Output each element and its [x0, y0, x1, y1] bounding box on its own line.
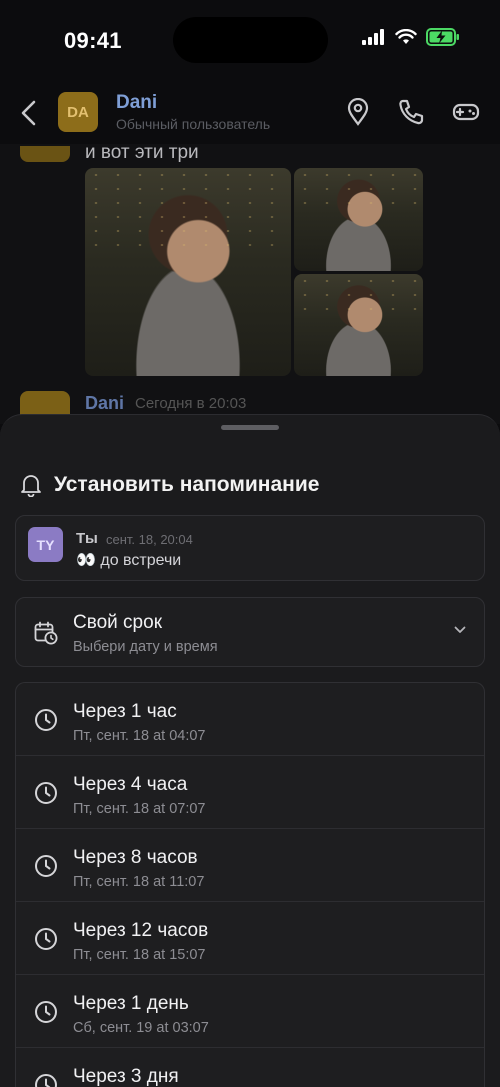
preset-options-list: Через 1 час Пт, сент. 18 at 04:07 Через … — [15, 682, 485, 1087]
bell-icon — [21, 475, 41, 497]
custom-time-title: Свой срок — [73, 612, 163, 633]
sheet-grabber[interactable] — [221, 425, 279, 430]
quoted-text: 👀 до встречи — [76, 552, 182, 569]
chat-message-text: и вот эти три — [85, 142, 199, 163]
quoted-avatar: TY — [28, 527, 63, 562]
header-actions — [346, 98, 480, 126]
custom-time-subtitle: Выбери дату и время — [73, 639, 218, 655]
contact-name[interactable]: Dani — [116, 92, 157, 114]
gamepad-icon[interactable] — [452, 98, 480, 126]
contact-status: Обычный пользователь — [116, 116, 271, 132]
next-sender-name: Dani — [85, 393, 125, 413]
sheet-header: Установить напоминание — [20, 473, 319, 497]
reminder-option[interactable]: Через 8 часов Пт, сент. 18 at 11:07 — [16, 829, 484, 902]
quoted-time: сент. 18, 20:04 — [106, 532, 193, 547]
clock-icon — [35, 855, 57, 877]
next-message-time: Сегодня в 20:03 — [135, 395, 247, 412]
reminder-option[interactable]: Через 4 часа Пт, сент. 18 at 07:07 — [16, 756, 484, 829]
chevron-down-icon — [454, 626, 466, 633]
reminder-option[interactable]: Через 1 день Сб, сент. 19 at 03:07 — [16, 975, 484, 1048]
option-subtitle: Пт, сент. 18 at 07:07 — [73, 801, 206, 817]
photo-attachment[interactable] — [294, 274, 423, 376]
wifi-icon — [395, 29, 417, 44]
photo-attachment[interactable] — [294, 168, 423, 271]
option-subtitle: Пт, сент. 18 at 11:07 — [73, 874, 205, 890]
quoted-message: TY Ты сент. 18, 20:04 👀 до встречи — [15, 515, 485, 581]
option-title: Через 1 день — [73, 993, 189, 1014]
option-subtitle: Сб, сент. 19 at 03:07 — [73, 1020, 209, 1036]
signal-icon — [362, 29, 384, 45]
clock-icon — [35, 782, 57, 804]
reminder-sheet: Установить напоминание TY Ты сент. 18, 2… — [0, 414, 500, 1087]
clock-icon — [35, 928, 57, 950]
option-title: Через 12 часов — [73, 920, 209, 941]
status-bar: 09:41 — [0, 0, 500, 84]
previous-sender-avatar — [20, 146, 70, 162]
photo-grid — [85, 168, 423, 376]
battery-charging-icon — [426, 28, 459, 46]
sheet-title: Установить напоминание — [54, 473, 320, 496]
reminder-option[interactable]: Через 3 дня — [16, 1048, 484, 1087]
back-chevron-icon[interactable] — [18, 100, 40, 126]
clock-icon — [35, 1001, 57, 1023]
option-subtitle: Пт, сент. 18 at 04:07 — [73, 728, 206, 744]
option-title: Через 1 час — [73, 701, 177, 722]
chat-header: DA Dani Обычный пользователь — [0, 84, 500, 144]
status-icons — [362, 28, 460, 46]
status-time: 09:41 — [64, 28, 122, 53]
contact-avatar[interactable]: DA — [58, 92, 98, 132]
phone-call-icon[interactable] — [398, 98, 424, 126]
dynamic-island — [173, 17, 328, 63]
reminder-option[interactable]: Через 12 часов Пт, сент. 18 at 15:07 — [16, 902, 484, 975]
calendar-clock-icon — [34, 621, 58, 645]
custom-time-option[interactable]: Свой срок Выбери дату и время — [15, 597, 485, 667]
photo-attachment[interactable] — [85, 168, 291, 376]
location-pin-icon[interactable] — [346, 98, 370, 126]
option-subtitle: Пт, сент. 18 at 15:07 — [73, 947, 206, 963]
option-title: Через 8 часов — [73, 847, 198, 868]
clock-icon — [35, 709, 57, 731]
option-title: Через 4 часа — [73, 774, 188, 795]
quoted-author: Ты — [76, 530, 98, 547]
clock-icon — [35, 1074, 57, 1087]
reminder-option[interactable]: Через 1 час Пт, сент. 18 at 04:07 — [16, 683, 484, 756]
option-title: Через 3 дня — [73, 1066, 179, 1087]
